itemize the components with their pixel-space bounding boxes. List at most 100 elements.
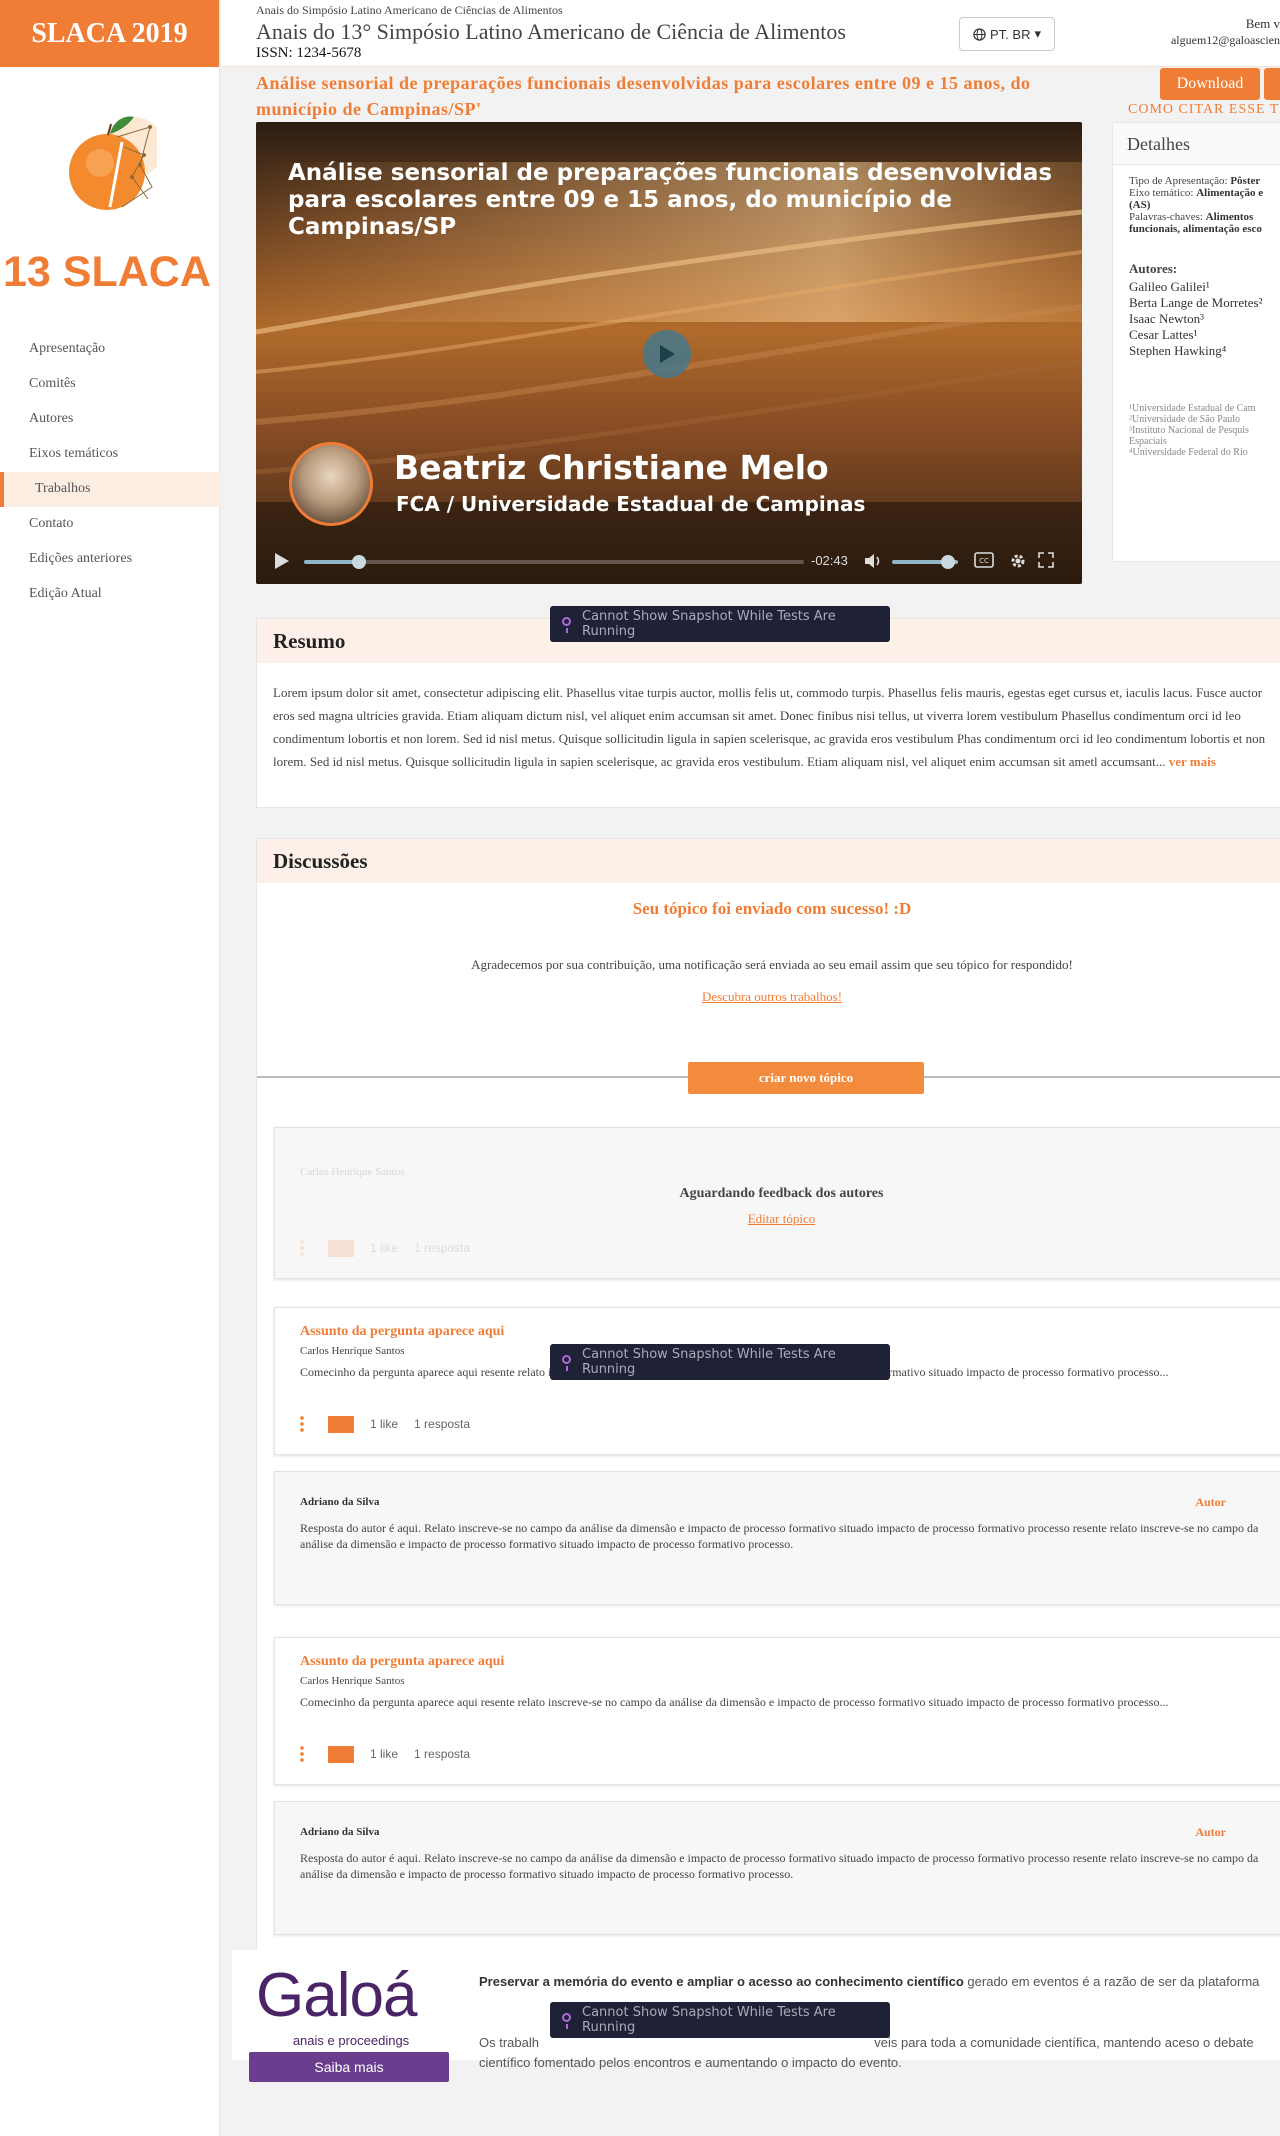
edit-topic-link[interactable]: Editar tópico — [275, 1211, 1280, 1227]
sidebar-item-edicao-atual[interactable]: Edição Atual — [0, 577, 220, 612]
affiliation-item: ³Instituto Nacional de Pesquis — [1129, 425, 1249, 436]
topic-meta: 1 like 1 resposta — [300, 1414, 470, 1434]
like-count: 1 like — [370, 1241, 399, 1255]
topic-meta: 1 like 1 resposta — [300, 1238, 470, 1258]
snapshot-warning-tooltip: Cannot Show Snapshot While Tests Are Run… — [550, 2002, 890, 2038]
galoa-logo: Galoá — [256, 1961, 417, 2030]
video-player[interactable]: Análise sensorial de preparações funcion… — [256, 122, 1082, 584]
captions-icon[interactable]: CC — [974, 552, 994, 568]
abstract-text: Lorem ipsum dolor sit amet, consectetur … — [273, 685, 1266, 769]
gear-icon[interactable] — [1009, 552, 1027, 570]
like-icon[interactable] — [328, 1415, 354, 1433]
new-topic-button[interactable]: criar novo tópico — [688, 1062, 924, 1094]
language-selector[interactable]: PT. BR ▾ — [959, 17, 1055, 51]
topic-subject[interactable]: Assunto da pergunta aparece aqui — [300, 1654, 504, 1670]
author-item[interactable]: Berta Lange de Morretes² — [1129, 295, 1280, 311]
user-greeting[interactable]: Bem v — [1246, 16, 1280, 32]
topic-card[interactable]: Assunto da pergunta aparece aqui Carlos … — [274, 1307, 1280, 1455]
details-panel: Detalhes Tipo de Apresentação: Pôster Ei… — [1112, 122, 1280, 562]
discussions-heading: Discussões — [257, 839, 1280, 883]
sidebar-item-apresentacao[interactable]: Apresentação — [0, 332, 220, 367]
more-options-icon[interactable] — [300, 1745, 304, 1763]
topic-subject[interactable]: Assunto da pergunta aparece aqui — [300, 1324, 504, 1340]
footer-lead-rest: gerado em eventos é a razão de ser da pl… — [967, 1974, 1260, 1989]
pending-topic: Carlos Henrique Santos Aguardando feedba… — [274, 1127, 1280, 1279]
download-button[interactable]: Download — [1160, 68, 1260, 100]
speaker-institution: FCA / Universidade Estadual de Campinas — [396, 492, 866, 516]
topic-author: Carlos Henrique Santos — [300, 1345, 405, 1357]
reply-count[interactable]: 1 resposta — [414, 1417, 470, 1431]
learn-more-button[interactable]: Saiba mais — [249, 2052, 449, 2082]
like-icon — [328, 1239, 354, 1257]
play-overlay-button[interactable] — [643, 330, 691, 378]
volume-icon[interactable] — [864, 552, 884, 570]
detail-axis-value: Alimentação e — [1196, 187, 1264, 199]
topic-author: Carlos Henrique Santos — [300, 1675, 405, 1687]
sidebar-item-edicoes-anteriores[interactable]: Edições anteriores — [0, 542, 220, 577]
topic-card[interactable]: Assunto da pergunta aparece aqui Carlos … — [274, 1637, 1280, 1785]
sidebar-item-autores[interactable]: Autores — [0, 402, 220, 437]
discussions-card: Discussões Seu tópico foi enviado com su… — [256, 838, 1280, 1953]
work-title: Análise sensorial de preparações funcion… — [256, 73, 1031, 119]
details-heading: Detalhes — [1113, 123, 1280, 165]
detail-axis-label: Eixo temático: — [1129, 187, 1194, 199]
snapshot-warning-tooltip: Cannot Show Snapshot While Tests Are Run… — [550, 1344, 890, 1380]
affiliation-item: ⁴Universidade Federal do Rio — [1129, 447, 1248, 458]
map-pin-icon — [562, 1355, 571, 1371]
galoa-logo-subtitle: anais e proceedings — [292, 2033, 410, 2048]
play-icon — [660, 345, 675, 363]
video-progress-bar[interactable] — [304, 555, 804, 569]
author-item[interactable]: Cesar Lattes¹ — [1129, 327, 1280, 343]
footer-line-start: Os trabalh — [479, 2035, 539, 2050]
reply-body: Resposta do autor é aqui. Relato inscrev… — [300, 1851, 1259, 1881]
author-item[interactable]: Galileo Galilei¹ — [1129, 279, 1280, 295]
share-button[interactable] — [1264, 68, 1280, 100]
author-item[interactable]: Stephen Hawking⁴ — [1129, 343, 1280, 359]
tooltip-text: Cannot Show Snapshot While Tests Are Run… — [582, 609, 836, 639]
tooltip-text: Cannot Show Snapshot While Tests Are Run… — [582, 2005, 836, 2035]
video-controls: -02:43 CC — [256, 542, 1082, 582]
header-title[interactable]: Anais do 13° Simpósio Latino Americano d… — [256, 19, 846, 45]
like-count: 1 like — [370, 1747, 399, 1761]
user-email[interactable]: alguem12@galoascien — [1171, 33, 1280, 48]
sidebar-item-contato[interactable]: Contato — [0, 507, 220, 542]
event-brand[interactable]: SLACA 2019 — [0, 0, 219, 67]
sidebar: SLACA 2019 13 SLACA Apresentação Comitês… — [0, 0, 220, 2136]
fullscreen-icon[interactable] — [1038, 552, 1054, 568]
speaker-avatar — [289, 442, 373, 526]
detail-type-label: Tipo de Apresentação: — [1129, 175, 1228, 187]
read-more-link[interactable]: ver mais — [1169, 754, 1216, 769]
discover-link[interactable]: Descubra outros trabalhos! — [257, 989, 1280, 1005]
like-icon[interactable] — [328, 1745, 354, 1763]
video-progress-handle[interactable] — [352, 555, 366, 569]
top-header: Anais do Simpósio Latino Americano de Ci… — [221, 0, 1280, 67]
author-badge: Autor — [1195, 1825, 1226, 1839]
author-item[interactable]: Isaac Newton³ — [1129, 311, 1280, 327]
sidebar-item-comites[interactable]: Comitês — [0, 367, 220, 402]
tooltip-text: Cannot Show Snapshot While Tests Are Run… — [582, 1347, 836, 1377]
header-kicker: Anais do Simpósio Latino Americano de Ci… — [256, 3, 563, 17]
cite-link[interactable]: COMO CITAR ESSE TR — [1128, 102, 1280, 118]
affiliations-list: ¹Universidade Estadual de Cam ²Universid… — [1129, 403, 1280, 458]
reply-count[interactable]: 1 resposta — [414, 1747, 470, 1761]
footer-lead: Preservar a memória do evento e ampliar … — [479, 1972, 1279, 1992]
detail-keywords-label: Palavras-chaves: — [1129, 211, 1203, 223]
reply-card: Adriano da Silva Autor Resposta do autor… — [274, 1471, 1280, 1605]
sidebar-item-trabalhos[interactable]: Trabalhos — [0, 472, 220, 507]
speaker-name: Beatriz Christiane Melo — [394, 448, 829, 487]
abstract-text-block: Lorem ipsum dolor sit amet, consectetur … — [257, 663, 1280, 791]
thanks-message: Agradecemos por sua contribuição, uma no… — [471, 957, 1073, 972]
affiliation-item: ²Universidade de São Paulo — [1129, 414, 1241, 425]
detail-type-value: Pôster — [1230, 175, 1261, 187]
play-icon[interactable] — [274, 552, 290, 570]
footer-lead-bold: Preservar a memória do evento e ampliar … — [479, 1974, 964, 1989]
sidebar-item-eixos[interactable]: Eixos temáticos — [0, 437, 220, 472]
volume-handle[interactable] — [941, 555, 956, 569]
footer-body: Os trabalh veis para toda a comunidade c… — [479, 2033, 1279, 2073]
language-label: PT. BR — [990, 26, 1031, 42]
pending-message: Aguardando feedback dos autores — [679, 1186, 884, 1201]
more-options-icon[interactable] — [300, 1415, 304, 1433]
chevron-down-icon: ▾ — [1034, 26, 1041, 41]
map-pin-icon — [562, 617, 571, 633]
video-progress-fill — [304, 560, 359, 564]
